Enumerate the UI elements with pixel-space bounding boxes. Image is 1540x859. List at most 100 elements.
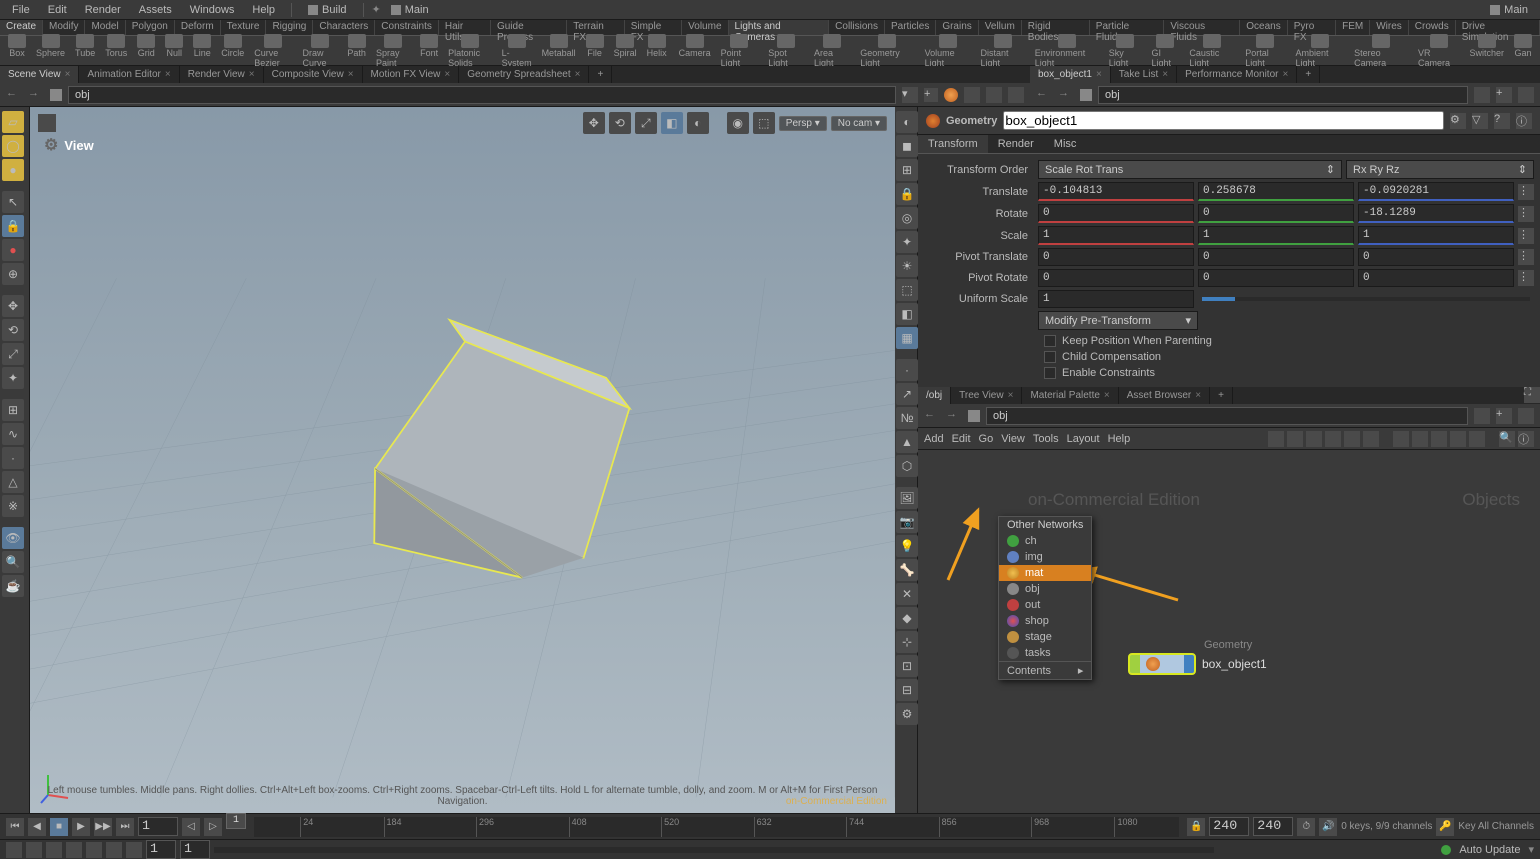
network-tab-add[interactable]: + (1210, 387, 1233, 404)
menu-windows[interactable]: Windows (182, 2, 243, 18)
disp-cam-icon[interactable]: 📷 (896, 511, 918, 533)
shelf-volume-light[interactable]: Volume Light (921, 33, 975, 69)
snap-tool-icon[interactable]: ⊕ (2, 263, 24, 285)
transform-order-dropdown[interactable]: Scale Rot Trans⇕ (1038, 160, 1342, 179)
sb-frame-a[interactable] (146, 840, 176, 859)
tab-geometry-spreadsheet[interactable]: Geometry Spreadsheet× (459, 66, 589, 83)
ctx-ch[interactable]: ch (999, 533, 1091, 549)
rotation-order-dropdown[interactable]: Rx Ry Rz⇕ (1346, 160, 1534, 179)
scale-x-input[interactable] (1038, 226, 1194, 245)
shelf-camera[interactable]: Camera (675, 33, 715, 69)
sb-opt7-icon[interactable] (126, 842, 142, 858)
network-max-icon[interactable]: ⛶ (1524, 387, 1540, 403)
radial-menu-main[interactable]: Main (383, 2, 437, 18)
ctx-stage[interactable]: stage (999, 629, 1091, 645)
tab-scene-view[interactable]: Scene View× (0, 66, 79, 83)
shelf-distant-light[interactable]: Distant Light (977, 33, 1029, 69)
tab-add[interactable]: + (589, 66, 612, 83)
sb-opt1-icon[interactable] (6, 842, 22, 858)
disp-bone-icon[interactable]: 🦴 (896, 559, 918, 581)
shelf-torus[interactable]: Torus (101, 33, 131, 69)
tab-composite-view[interactable]: Composite View× (264, 66, 363, 83)
shelf-ambient-light[interactable]: Ambient Light (1291, 33, 1348, 69)
tab-box-object1[interactable]: box_object1× (1030, 66, 1111, 83)
menu-edit[interactable]: Edit (40, 2, 75, 18)
shelf-curve-bezier[interactable]: Curve Bezier (250, 33, 296, 69)
lock-tool-icon[interactable]: 🔒 (2, 215, 24, 237)
params-opt-icon[interactable] (1518, 87, 1534, 103)
tab-performance-monitor[interactable]: Performance Monitor× (1177, 66, 1297, 83)
auto-update-label[interactable]: Auto Update (1459, 844, 1520, 856)
scale-y-input[interactable] (1198, 226, 1354, 245)
audio-icon[interactable]: 🔊 (1319, 818, 1337, 836)
menu-file[interactable]: File (4, 2, 38, 18)
shelf-l-system[interactable]: L-System (498, 33, 536, 69)
child-compensation-checkbox[interactable] (1044, 351, 1056, 363)
pivot-tz-input[interactable] (1358, 248, 1514, 266)
play-first-icon[interactable]: ⏮ (6, 818, 24, 836)
sb-range-slider[interactable] (214, 847, 1214, 853)
tab-transform[interactable]: Transform (918, 135, 988, 153)
tab-render-view[interactable]: Render View× (180, 66, 264, 83)
net-search-icon[interactable]: 🔍 (1499, 431, 1515, 447)
shelf-grid[interactable]: Grid (133, 33, 159, 69)
brush-tool-icon[interactable]: ● (2, 159, 24, 181)
net-tool7-icon[interactable] (1393, 431, 1409, 447)
shelf-vr-camera[interactable]: VR Camera (1414, 33, 1464, 69)
shelf-caustic-light[interactable]: Caustic Light (1185, 33, 1239, 69)
render-tool-icon[interactable]: ☕ (2, 575, 24, 597)
shelf-sphere[interactable]: Sphere (32, 33, 69, 69)
play-play-icon[interactable]: ▶ (72, 818, 90, 836)
frame-marker[interactable]: 1 (226, 813, 246, 829)
snap-point-icon[interactable]: · (2, 447, 24, 469)
vp-shading1-icon[interactable]: ◉ (727, 112, 749, 134)
node-name-input[interactable] (1003, 111, 1444, 130)
network-tab-material-palette[interactable]: Material Palette× (1022, 387, 1118, 404)
nav-back-icon[interactable]: ← (6, 87, 22, 103)
network-path-input[interactable] (986, 407, 1468, 425)
net-tool2-icon[interactable] (1287, 431, 1303, 447)
scene-viewport[interactable]: ✥ ⟲ ⤢ ◧ ◐ ◉ ⬚ Persp ▾ No cam ▾ ⚙ View (30, 107, 895, 813)
scale-z-input[interactable] (1358, 226, 1514, 245)
network-fwd-icon[interactable]: → (946, 408, 962, 424)
path-dropdown-icon[interactable]: ▾ (902, 87, 918, 103)
network-pin-icon[interactable] (1474, 408, 1490, 424)
shelf-point-light[interactable]: Point Light (717, 33, 763, 69)
disp-null-icon[interactable]: ✕ (896, 583, 918, 605)
net-tool8-icon[interactable] (1412, 431, 1428, 447)
select-tool-icon[interactable]: ▱ (2, 111, 24, 133)
disp-light-icon[interactable]: 💡 (896, 535, 918, 557)
net-tool6-icon[interactable] (1363, 431, 1379, 447)
geo-node-icon[interactable] (944, 88, 958, 102)
disp-opt2-icon[interactable]: ◼ (896, 135, 918, 157)
shelf-path[interactable]: Path (343, 33, 370, 69)
node-display-flag[interactable] (1130, 655, 1140, 673)
net-tool5-icon[interactable] (1344, 431, 1360, 447)
vp-handle3-icon[interactable]: ⤢ (635, 112, 657, 134)
lasso-tool-icon[interactable]: ◯ (2, 135, 24, 157)
shelf-spray-paint[interactable]: Spray Paint (372, 33, 414, 69)
network-menu-go[interactable]: Go (979, 433, 994, 445)
viewport-opt1-icon[interactable] (964, 87, 980, 103)
tab-animation-editor[interactable]: Animation Editor× (79, 66, 179, 83)
net-tool4-icon[interactable] (1325, 431, 1341, 447)
scale-menu-icon[interactable]: ⋮ (1518, 228, 1534, 244)
vp-handle2-icon[interactable]: ⟲ (609, 112, 631, 134)
transform-tool-icon[interactable]: ✦ (2, 367, 24, 389)
pivot-r-menu-icon[interactable]: ⋮ (1518, 270, 1534, 286)
pivot-t-menu-icon[interactable]: ⋮ (1518, 249, 1534, 265)
disp-opt6-icon[interactable]: ☀ (896, 255, 918, 277)
play-last-icon[interactable]: ⏭ (116, 818, 134, 836)
pivot-tx-input[interactable] (1038, 248, 1194, 266)
disp-opt4-icon[interactable]: ◎ (896, 207, 918, 229)
current-frame-input[interactable] (138, 817, 178, 836)
tab-add-right[interactable]: + (1297, 66, 1320, 83)
sb-opt3-icon[interactable] (46, 842, 62, 858)
network-editor[interactable]: on-Commercial Edition Objects Other Netw… (918, 450, 1540, 813)
translate-y-input[interactable] (1198, 182, 1354, 201)
snap-curve-icon[interactable]: ∿ (2, 423, 24, 445)
network-menu-view[interactable]: View (1001, 433, 1025, 445)
shelf-spot-light[interactable]: Spot Light (764, 33, 808, 69)
params-pin-icon[interactable] (1474, 87, 1490, 103)
params-nav-back-icon[interactable]: ← (1036, 87, 1052, 103)
